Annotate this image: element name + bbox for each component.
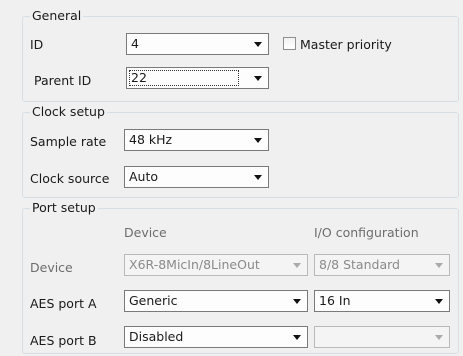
sample-rate-label: Sample rate xyxy=(30,134,107,149)
general-group: General xyxy=(22,9,459,102)
general-legend: General xyxy=(30,8,84,23)
aes-port-b-select[interactable]: Disabled xyxy=(124,326,308,348)
chevron-down-icon xyxy=(254,76,262,81)
clock-source-select[interactable]: Auto xyxy=(124,166,269,188)
aes-port-a-label: AES port A xyxy=(30,296,97,311)
clock-source-label: Clock source xyxy=(30,171,110,186)
io-configuration-column-header: I/O configuration xyxy=(314,225,419,240)
aes-port-a-io-config-select[interactable]: 16 In xyxy=(314,290,450,312)
aes-port-b-io-config-select xyxy=(314,326,450,348)
parent-id-select-value: 22 xyxy=(131,70,147,85)
parent-id-select[interactable]: 22 xyxy=(126,67,269,89)
chevron-down-icon xyxy=(293,263,301,268)
device-label: Device xyxy=(30,260,73,275)
device-io-config-value: 8/8 Standard xyxy=(319,257,400,272)
id-select-value: 4 xyxy=(131,36,139,51)
chevron-down-icon xyxy=(435,335,443,340)
chevron-down-icon xyxy=(254,42,262,47)
chevron-down-icon xyxy=(293,299,301,304)
chevron-down-icon xyxy=(435,299,443,304)
aes-port-a-io-config-value: 16 In xyxy=(319,293,351,308)
aes-port-a-select-value: Generic xyxy=(129,293,178,308)
device-column-header: Device xyxy=(124,225,167,240)
sample-rate-select-value: 48 kHz xyxy=(129,132,173,147)
clock-setup-legend: Clock setup xyxy=(30,104,107,119)
device-io-config-select: 8/8 Standard xyxy=(314,254,450,276)
parent-id-label: Parent ID xyxy=(34,73,92,88)
id-label: ID xyxy=(30,37,44,52)
id-select[interactable]: 4 xyxy=(126,33,269,55)
chevron-down-icon xyxy=(435,263,443,268)
settings-panel: General ID 4 Master priority Parent ID 2… xyxy=(0,0,463,356)
aes-port-a-select[interactable]: Generic xyxy=(124,290,308,312)
device-select-value: X6R-8MicIn/8LineOut xyxy=(129,257,260,272)
master-priority-checkbox[interactable] xyxy=(283,37,296,50)
clock-source-select-value: Auto xyxy=(129,169,159,184)
chevron-down-icon xyxy=(293,335,301,340)
device-select: X6R-8MicIn/8LineOut xyxy=(124,254,308,276)
port-setup-legend: Port setup xyxy=(30,200,98,215)
chevron-down-icon xyxy=(254,175,262,180)
aes-port-b-label: AES port B xyxy=(30,333,97,348)
master-priority-label[interactable]: Master priority xyxy=(300,38,392,52)
sample-rate-select[interactable]: 48 kHz xyxy=(124,129,269,151)
chevron-down-icon xyxy=(254,138,262,143)
aes-port-b-select-value: Disabled xyxy=(129,329,184,344)
